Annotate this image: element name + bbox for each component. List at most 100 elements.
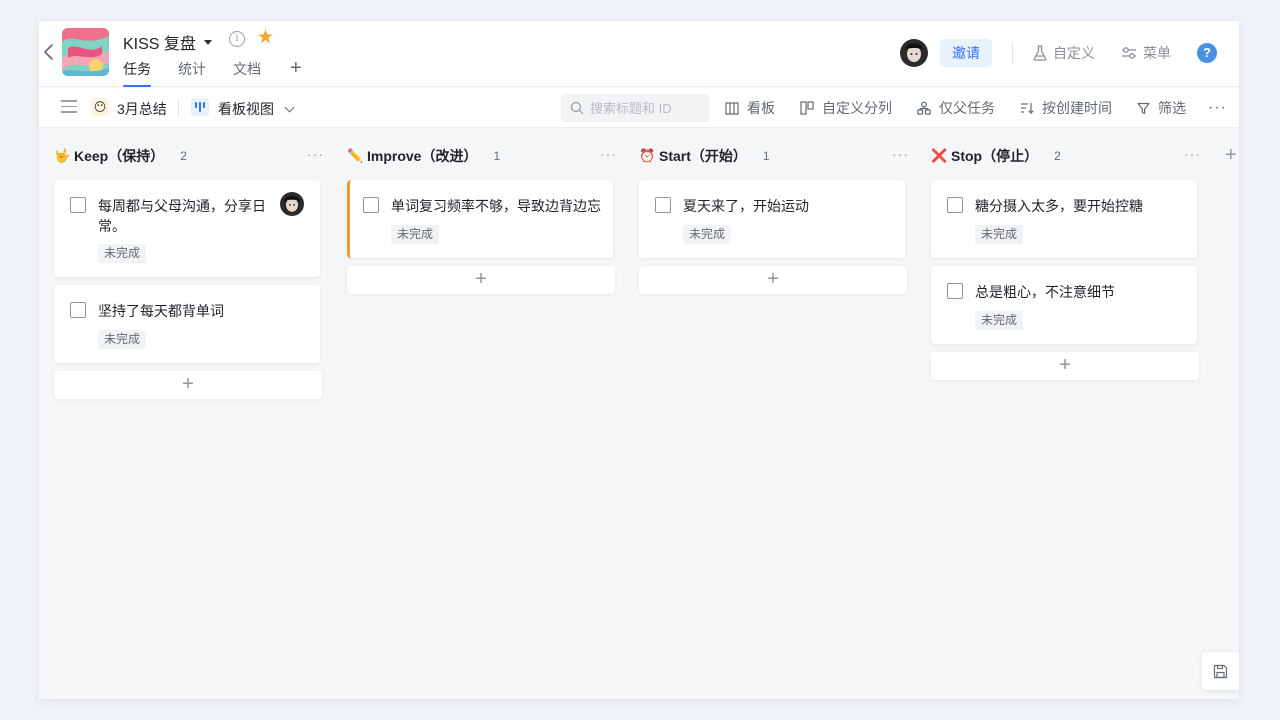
invite-button[interactable]: 邀请 <box>940 39 992 67</box>
column-more-icon[interactable]: ··· <box>600 147 617 161</box>
column-count: 1 <box>762 149 770 163</box>
task-checkbox[interactable] <box>70 197 86 213</box>
column-title: Improve（改进） <box>367 148 478 164</box>
user-avatar[interactable] <box>900 39 928 67</box>
column-header: ❌ Stop（停止） 2 ··· <box>931 141 1201 171</box>
board-icon <box>725 101 739 115</box>
customize-label: 自定义 <box>1053 45 1095 61</box>
task-checkbox[interactable] <box>363 197 379 213</box>
task-card[interactable]: 坚持了每天都背单词 未完成 <box>54 285 320 363</box>
board-button[interactable]: 看板 <box>725 98 775 118</box>
alarm-clock-icon: ⏰ <box>639 148 656 163</box>
menu-button[interactable]: 菜单 <box>1121 43 1171 63</box>
project-title[interactable]: KISS 复盘 <box>123 30 212 54</box>
customize-button[interactable]: 自定义 <box>1033 43 1095 63</box>
task-title-line: 总是粗心，不注意细节 <box>975 284 1115 300</box>
custom-columns-button[interactable]: 自定义分列 <box>800 98 892 118</box>
tab-stats[interactable]: 统计 <box>178 59 206 87</box>
parent-tasks-only-button[interactable]: 仅父任务 <box>917 98 995 118</box>
task-card[interactable]: 每周都与父母沟通，分享日 常。 未完成 <box>54 180 320 277</box>
task-checkbox[interactable] <box>655 197 671 213</box>
column-more-icon[interactable]: ··· <box>892 147 909 161</box>
star-icon[interactable]: ★ <box>257 28 274 48</box>
parent-tasks-only-label: 仅父任务 <box>939 100 996 116</box>
add-column-button[interactable]: + <box>1225 145 1237 165</box>
kanban-view-icon <box>191 98 209 116</box>
column-more-icon[interactable]: ··· <box>1184 147 1201 161</box>
filter-label: 筛选 <box>1158 100 1187 116</box>
header-divider <box>1012 42 1013 64</box>
task-checkbox[interactable] <box>70 302 86 318</box>
sliders-icon <box>1122 47 1136 59</box>
task-card[interactable]: 糖分摄入太多，要开始控糖 未完成 <box>931 180 1197 258</box>
task-title-line: 夏天来了，开始运动 <box>683 198 809 214</box>
task-title: 总是粗心，不注意细节 <box>975 282 1115 302</box>
save-icon <box>1213 664 1228 678</box>
task-checkbox[interactable] <box>947 197 963 213</box>
project-cover-thumbnail[interactable] <box>62 28 109 76</box>
column-more-icon[interactable]: ··· <box>307 147 324 161</box>
view-label: 看板视图 <box>218 101 274 117</box>
chevron-down-icon <box>284 102 295 112</box>
status-badge: 未完成 <box>98 330 147 349</box>
summary-selector[interactable]: 3月总结 <box>117 99 167 119</box>
project-title-text: KISS 复盘 <box>123 36 196 53</box>
board-label: 看板 <box>747 100 776 116</box>
search-icon <box>570 101 584 115</box>
hierarchy-icon <box>917 101 931 115</box>
help-icon[interactable]: ? <box>1197 43 1217 63</box>
kanban-board: 🤟 Keep（保持） 2 ··· 每周都与父母沟通，分享日 常。 未完成 坚持了… <box>39 129 1239 699</box>
task-title-line: 坚持了每天都背单词 <box>98 303 224 319</box>
add-task-button[interactable]: + <box>639 266 907 294</box>
search-box[interactable] <box>561 94 709 122</box>
task-checkbox[interactable] <box>947 283 963 299</box>
project-tabs: 任务 统计 文档 + <box>123 58 302 87</box>
search-input[interactable] <box>590 100 708 116</box>
columns-icon <box>800 101 814 115</box>
task-card[interactable]: 单词复习频率不够，导致边背边忘 未完成 <box>347 180 613 258</box>
more-options-icon[interactable]: ··· <box>1208 100 1227 116</box>
status-badge: 未完成 <box>975 225 1024 244</box>
column-header: ✏️ Improve（改进） 1 ··· <box>347 141 617 171</box>
add-task-button[interactable]: + <box>347 266 615 294</box>
summary-emoji-icon: 😶 <box>91 98 109 116</box>
tab-docs[interactable]: 文档 <box>233 59 261 87</box>
menu-label: 菜单 <box>1143 45 1171 61</box>
column-title: Start（开始） <box>659 148 747 164</box>
column-count: 2 <box>180 149 187 163</box>
task-title-line: 每周都与父母沟通，分享日 <box>98 198 266 214</box>
view-switcher[interactable]: 看板视图 <box>218 99 295 119</box>
sort-button[interactable]: 按创建时间 <box>1020 98 1112 118</box>
task-title-line: 常。 <box>98 218 126 234</box>
project-header: KISS 复盘 i ★ 任务 统计 文档 + 邀请 自定义 菜单 ? <box>39 21 1239 87</box>
task-card[interactable]: 总是粗心，不注意细节 未完成 <box>931 266 1197 344</box>
filter-button[interactable]: 筛选 <box>1137 98 1186 118</box>
pencil-icon: ✏️ <box>347 148 364 163</box>
column-header: 🤟 Keep（保持） 2 ··· <box>54 141 324 171</box>
column-title: Keep（保持） <box>74 148 165 164</box>
task-title: 每周都与父母沟通，分享日 常。 <box>98 196 266 236</box>
task-title-line: 糖分摄入太多，要开始控糖 <box>975 198 1143 214</box>
save-button[interactable] <box>1202 652 1239 690</box>
status-badge: 未完成 <box>391 225 440 244</box>
add-tab-button[interactable]: + <box>290 58 302 87</box>
task-title-line: 单词复习频率不够，导致边背边忘 <box>391 198 601 214</box>
add-task-button[interactable]: + <box>54 371 322 399</box>
column-title: Stop（停止） <box>951 148 1039 164</box>
hamburger-menu-icon[interactable] <box>61 100 77 114</box>
toolbar-divider <box>178 100 179 116</box>
header-actions: 邀请 自定义 菜单 ? <box>900 38 1239 68</box>
add-task-button[interactable]: + <box>931 352 1199 380</box>
tab-tasks[interactable]: 任务 <box>123 59 151 87</box>
sort-icon <box>1021 103 1034 114</box>
rock-hand-icon: 🤟 <box>54 148 71 163</box>
back-arrow-icon[interactable] <box>41 43 57 61</box>
app-window: KISS 复盘 i ★ 任务 统计 文档 + 邀请 自定义 菜单 ? 😶 3月总… <box>39 21 1239 699</box>
assignee-avatar[interactable] <box>280 192 304 216</box>
info-icon[interactable]: i <box>229 31 245 47</box>
task-title: 坚持了每天都背单词 <box>98 301 224 321</box>
task-card[interactable]: 夏天来了，开始运动 未完成 <box>639 180 905 258</box>
status-badge: 未完成 <box>683 225 732 244</box>
column-count: 2 <box>1054 149 1061 163</box>
task-title: 夏天来了，开始运动 <box>683 196 809 216</box>
